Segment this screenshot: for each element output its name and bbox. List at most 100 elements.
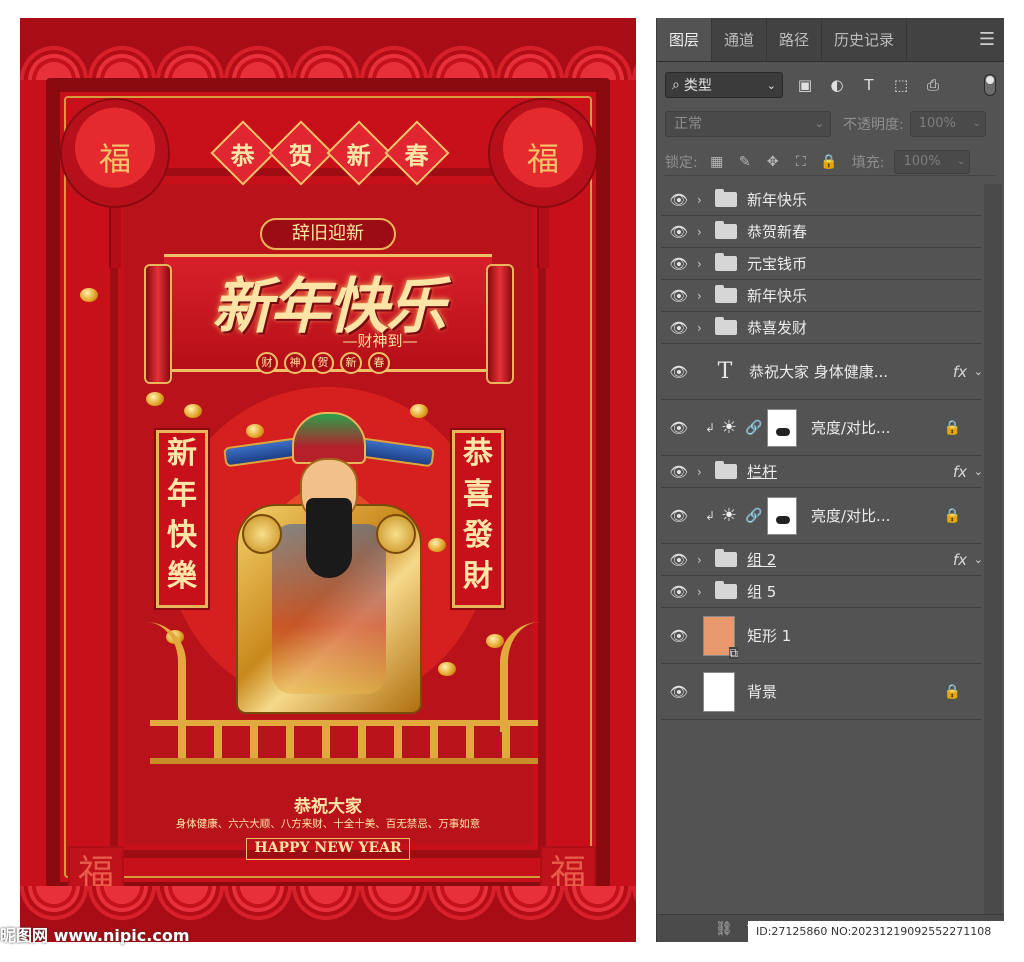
diamond-char: 春: [405, 140, 429, 170]
layer-row-group[interactable]: 👁 › 元宝钱币: [661, 248, 981, 280]
panel-menu-icon[interactable]: ☰: [970, 18, 1004, 61]
chevron-right-icon[interactable]: ›: [697, 193, 709, 207]
layer-scrollbar[interactable]: [984, 184, 1002, 914]
layer-row-background[interactable]: 👁 背景 🔒: [661, 664, 981, 720]
layer-name: 组 2: [747, 551, 777, 569]
visibility-eye-icon[interactable]: 👁: [661, 507, 697, 525]
lock-transparent-icon[interactable]: ▦: [708, 153, 726, 171]
shape-filter-icon[interactable]: ⬚: [891, 75, 911, 95]
layer-name: 新年快乐: [747, 287, 808, 305]
panel-tabs: 图层 通道 路径 历史记录 ☰: [657, 18, 1004, 62]
visibility-eye-icon[interactable]: 👁: [661, 191, 697, 209]
chevron-down-icon[interactable]: ⌄: [974, 465, 983, 478]
adjustment-filter-icon[interactable]: ◐: [827, 75, 847, 95]
visibility-eye-icon[interactable]: 👁: [661, 683, 697, 701]
lock-image-icon[interactable]: ✎: [736, 153, 754, 171]
layer-row-group[interactable]: 👁 › 组 5: [661, 576, 981, 608]
lock-all-icon[interactable]: 🔒: [820, 153, 838, 171]
layer-name: 背景: [747, 683, 778, 701]
blend-mode-value: 正常: [674, 116, 702, 132]
diamond-badge: 春: [384, 120, 450, 186]
link-icon[interactable]: 🔗: [745, 508, 763, 524]
gold-branch-icon: [116, 622, 186, 732]
layer-row-group[interactable]: 👁 › 恭贺新春: [661, 216, 981, 248]
visibility-eye-icon[interactable]: 👁: [661, 287, 697, 305]
tab-paths[interactable]: 路径: [767, 18, 823, 61]
chevron-right-icon[interactable]: ›: [697, 553, 709, 567]
tab-history[interactable]: 历史记录: [822, 18, 908, 61]
chevron-right-icon[interactable]: ›: [697, 289, 709, 303]
layer-row-text[interactable]: 👁 T 恭祝大家 身体健康... fx ⌄: [661, 344, 983, 400]
wish-line: 身体健康、六六大顺、八方来财、十全十美、百无禁忌、万事如意: [175, 818, 481, 830]
gold-railing: [150, 720, 538, 764]
visibility-eye-icon[interactable]: 👁: [661, 319, 697, 337]
clip-arrow-icon: ↲: [704, 420, 716, 435]
layer-row-group[interactable]: 👁 › 新年快乐: [661, 280, 981, 312]
filter-toggle[interactable]: [984, 74, 996, 96]
scroll-roll-icon: [486, 264, 514, 384]
blend-row: 正常 ⌄ 不透明度: 100% ⌄: [665, 110, 996, 138]
diamond-badge: 贺: [268, 120, 334, 186]
fx-badge[interactable]: fx: [953, 363, 967, 381]
chevron-right-icon[interactable]: ›: [697, 225, 709, 239]
link-icon[interactable]: 🔗: [745, 420, 763, 436]
gold-coin-icon: [438, 662, 456, 676]
happy-new-year-label: HAPPY NEW YEAR: [246, 838, 410, 860]
filter-kind-select[interactable]: ⌕ 类型 ⌄: [665, 72, 783, 98]
tab-layers[interactable]: 图层: [657, 18, 713, 61]
layer-row-group[interactable]: 👁 › 恭喜发财: [661, 312, 981, 344]
layer-row-adjustment[interactable]: 👁 ↲ ☀ 🔗 亮度/对比... 🔒: [661, 488, 981, 544]
visibility-eye-icon[interactable]: 👁: [661, 255, 697, 273]
fx-badge[interactable]: fx: [953, 551, 967, 569]
layer-mask-thumbnail[interactable]: [767, 408, 797, 447]
tab-channels[interactable]: 通道: [712, 18, 768, 61]
lock-artboard-icon[interactable]: ⛶: [792, 153, 810, 171]
visibility-eye-icon[interactable]: 👁: [661, 463, 697, 481]
layer-name: 恭喜发财: [747, 319, 808, 337]
fx-badge[interactable]: fx: [953, 463, 967, 481]
opacity-label: 不透明度:: [843, 117, 904, 133]
blend-mode-select[interactable]: 正常 ⌄: [665, 111, 831, 137]
chevron-right-icon[interactable]: ›: [697, 257, 709, 271]
pixel-filter-icon[interactable]: ▣: [795, 75, 815, 95]
chevron-down-icon: ⌄: [957, 155, 966, 167]
lock-position-icon[interactable]: ✥: [764, 153, 782, 171]
visibility-eye-icon[interactable]: 👁: [661, 551, 697, 569]
folder-icon: [715, 285, 737, 303]
lock-icon: 🔒: [943, 507, 961, 524]
layer-row-group[interactable]: 👁 › 新年快乐: [661, 184, 981, 216]
visibility-eye-icon[interactable]: 👁: [661, 363, 697, 381]
layer-name: 亮度/对比...: [811, 419, 891, 437]
sub-title: —财神到—: [342, 332, 418, 350]
layer-row-group[interactable]: 👁 › 栏杆 fx ⌄: [661, 456, 983, 488]
opacity-field[interactable]: 100% ⌄: [909, 111, 986, 137]
chevron-down-icon[interactable]: ⌄: [974, 553, 983, 566]
smart-object-filter-icon[interactable]: ⎙: [923, 75, 943, 95]
link-layers-icon[interactable]: ⛓: [715, 921, 733, 937]
visibility-eye-icon[interactable]: 👁: [661, 583, 697, 601]
layer-row-shape[interactable]: 👁 矩形 1: [661, 608, 981, 664]
layer-row-group[interactable]: 👁 › 组 2 fx ⌄: [661, 544, 983, 576]
fill-field[interactable]: 100% ⌄: [894, 149, 971, 174]
layers-panel: 图层 通道 路径 历史记录 ☰ ⌕ 类型 ⌄ ▣ ◐ T ⬚ ⎙ 正常 ⌄ 不透…: [656, 18, 1004, 942]
chevron-down-icon[interactable]: ⌄: [974, 365, 983, 378]
chevron-right-icon[interactable]: ›: [697, 321, 709, 335]
visibility-eye-icon[interactable]: 👁: [661, 419, 697, 437]
treasure-icon: [376, 514, 416, 554]
visibility-eye-icon[interactable]: 👁: [661, 223, 697, 241]
lock-label: 锁定:: [665, 154, 698, 171]
chevron-right-icon[interactable]: ›: [697, 585, 709, 599]
scroll-roll-icon: [144, 264, 172, 384]
layer-row-adjustment[interactable]: 👁 ↲ ☀ 🔗 亮度/对比... 🔒: [661, 400, 981, 456]
top-cloud-border: [20, 18, 636, 80]
coin-badge: 春: [368, 352, 390, 374]
layer-mask-thumbnail[interactable]: [767, 496, 797, 535]
folder-icon: [715, 549, 737, 567]
type-filter-icon[interactable]: T: [859, 75, 879, 95]
search-icon: ⌕: [672, 77, 680, 93]
chevron-right-icon[interactable]: ›: [697, 465, 709, 479]
coin-badge: 神: [284, 352, 306, 374]
gold-branch-icon: [500, 622, 570, 732]
visibility-eye-icon[interactable]: 👁: [661, 627, 697, 645]
lock-icon: 🔒: [943, 419, 961, 436]
